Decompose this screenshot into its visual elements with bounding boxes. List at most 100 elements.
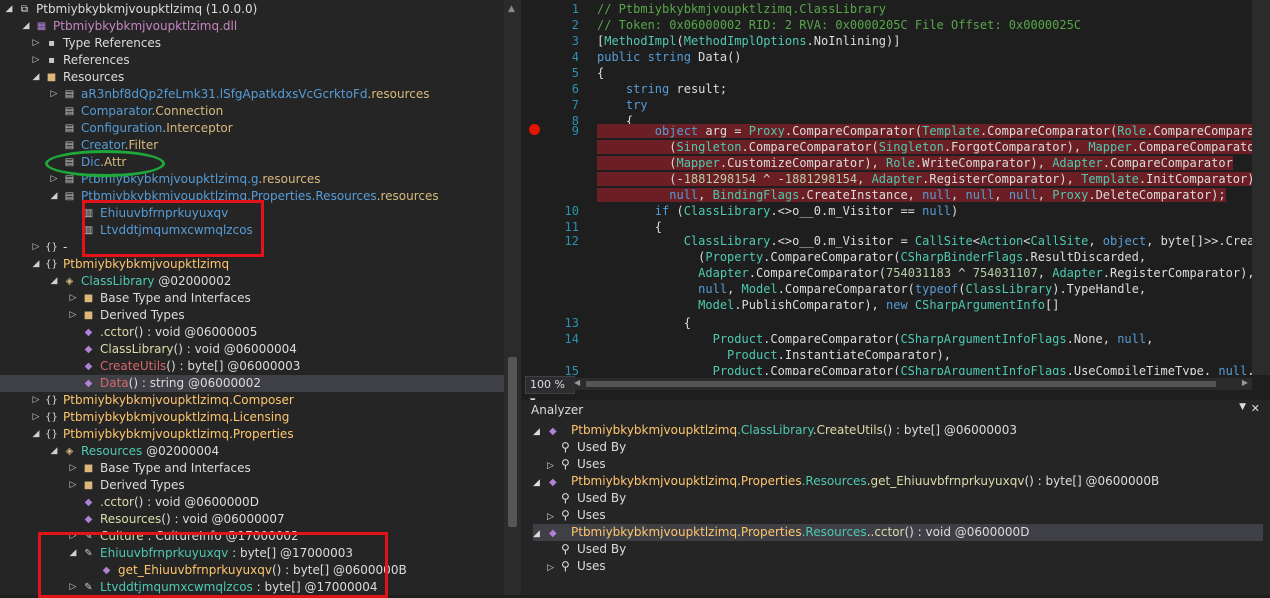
analyzer-child-label: Uses (577, 457, 606, 471)
tree-node-detail: () : void @0600000D (134, 495, 259, 509)
editor-horizontal-scrollbar[interactable]: ◀ ▶ (574, 378, 1252, 390)
tree-node-label: Resources (63, 69, 124, 86)
expand-arrow-icon[interactable]: ▷ (547, 560, 561, 577)
tree-node-text: Ptbmiybkybkmjvoupktlzimq.Composer (63, 393, 294, 407)
tree-node[interactable]: ◆ .cctor() : void @0600000D (0, 494, 504, 511)
code-line[interactable]: // Ptbmiybkybkmjvoupktlzimq.ClassLibrary (597, 2, 886, 16)
tree-node[interactable]: ◢ ■ Resources (0, 69, 504, 86)
zoom-level-dropdown[interactable]: 100 % ▾ (525, 376, 575, 407)
tree-node-text: Ptbmiybkybkmjvoupktlzimq.Licensing (63, 410, 290, 424)
code-line[interactable]: [MethodImpl(MethodImplOptions.NoInlining… (597, 34, 900, 48)
collapse-arrow-icon[interactable]: ◢ (49, 188, 59, 205)
collapse-arrow-icon[interactable]: ◢ (4, 1, 14, 18)
code-line[interactable]: (Property.CompareComparator(CSharpBinder… (597, 250, 1146, 264)
close-icon[interactable]: ✕ (1251, 402, 1260, 415)
expand-arrow-icon[interactable]: ▷ (68, 477, 78, 494)
code-line[interactable]: (Mapper.CustomizeComparator), Role.Write… (597, 156, 1233, 170)
collapse-arrow-icon[interactable]: ◢ (49, 443, 59, 460)
resource-icon: ▤ (64, 191, 75, 202)
tree-node[interactable]: ◆ CreateUtils() : byte[] @06000003 (0, 358, 504, 375)
analyzer-root-node[interactable]: ◢ ◆ Ptbmiybkybkmjvoupktlzimq.ClassLibrary.… (533, 422, 1263, 439)
tree-node[interactable]: ◆ .cctor() : void @06000005 (0, 324, 504, 341)
tree-node[interactable]: ◆ ClassLibrary() : void @06000004 (0, 341, 504, 358)
expand-arrow-icon[interactable]: ▷ (68, 307, 78, 324)
tree-node[interactable]: ▷ ■ Base Type and Interfaces (0, 290, 504, 307)
tree-node[interactable]: ▷ ▤ aR3nbf8dQp2feLmk31.lSfgApatkdxsVcGcrkt… (0, 86, 504, 103)
tree-node[interactable]: ◢ {} Ptbmiybkybkmjvoupktlzimq (0, 256, 504, 273)
decompiled-code-editor[interactable]: 1 // Ptbmiybkybkmjvoupktlzimq.ClassLibrar… (521, 0, 1270, 375)
tree-node[interactable]: ◢ ▦ Ptbmiybkybkmjvoupktlzimq.dll (0, 18, 504, 35)
code-line[interactable]: { (597, 316, 691, 330)
code-line[interactable]: Product.CompareComparator(CSharpArgument… (597, 332, 1154, 346)
analyzer-child-node[interactable]: ⚲ Used By (547, 541, 1247, 558)
collapse-arrow-icon[interactable]: ◢ (21, 18, 31, 35)
scroll-right-arrow-icon[interactable]: ▶ (1242, 378, 1248, 387)
expand-arrow-icon[interactable]: ▷ (68, 290, 78, 307)
code-line[interactable]: (-1881298154 ^ -1881298154, Adapter.Regi… (597, 172, 1262, 186)
tree-node[interactable]: ▷ ■ Derived Types (0, 307, 504, 324)
tree-node[interactable]: ▷ ■ Derived Types (0, 477, 504, 494)
code-line[interactable]: if (ClassLibrary.<>o__0.m_Visitor == nul… (597, 204, 958, 218)
tree-node[interactable]: ▤ Comparator.Connection (0, 103, 504, 120)
tree-scrollbar[interactable]: ▲ (504, 0, 521, 595)
expand-arrow-icon[interactable]: ▷ (49, 171, 59, 188)
code-line[interactable]: { (597, 66, 604, 80)
scroll-up-arrow-icon[interactable]: ▲ (508, 4, 515, 14)
code-line[interactable]: // Token: 0x06000002 RID: 2 RVA: 0x00002… (597, 18, 1081, 32)
tree-node[interactable]: ▤ Configuration.Interceptor (0, 120, 504, 137)
tree-node[interactable]: ◆ Resources() : void @06000007 (0, 511, 504, 528)
tree-node[interactable]: ◢ ⧉ Ptbmiybkybkmjvoupktlzimq (1.0.0.0) (0, 1, 504, 18)
tree-node[interactable]: ▷ ▪ References (0, 52, 504, 69)
code-line[interactable]: (Singleton.CompareComparator(Singleton.F… (597, 140, 1262, 154)
assembly-icon: ⧉ (20, 4, 29, 15)
expand-arrow-icon[interactable]: ▷ (31, 392, 41, 409)
collapse-arrow-icon[interactable]: ◢ (31, 69, 41, 86)
analyzer-child-node[interactable]: ▷ ⚲ Uses (547, 456, 1247, 473)
expand-arrow-icon[interactable]: ▷ (31, 409, 41, 426)
code-line[interactable]: { (597, 220, 662, 234)
code-line[interactable]: Model.PublishComparator), new CSharpArgu… (597, 298, 1059, 312)
analyzer-child-node[interactable]: ⚲ Used By (547, 490, 1247, 507)
code-line[interactable]: object arg = Proxy.CompareComparator(Tem… (597, 124, 1270, 138)
collapse-arrow-icon[interactable]: ◢ (31, 426, 41, 443)
analyzer-root-node[interactable]: ◢ ◆ Ptbmiybkybkmjvoupktlzimq.Properties.Re… (533, 473, 1263, 490)
code-line[interactable]: Adapter.CompareComparator(754031183 ^ 75… (597, 266, 1254, 280)
code-line[interactable]: public string Data() (597, 50, 742, 64)
tree-node[interactable]: ◢ ◈ ClassLibrary @02000002 (0, 273, 504, 290)
collapse-arrow-icon[interactable]: ◢ (49, 273, 59, 290)
code-line[interactable]: null, BindingFlags.CreateInstance, null,… (597, 188, 1226, 202)
expand-arrow-icon[interactable]: ▷ (31, 52, 41, 69)
code-line[interactable]: Product.InstantiateComparator), (597, 348, 951, 362)
horizontal-scrollbar-thumb[interactable] (586, 381, 1216, 387)
expand-arrow-icon[interactable]: ▷ (31, 35, 41, 52)
tree-node-name: Data (100, 376, 129, 390)
analyzer-child-node[interactable]: ⚲ Used By (547, 439, 1247, 456)
expand-arrow-icon[interactable]: ▷ (68, 460, 78, 477)
tree-node[interactable]: ▷ ▪ Type References (0, 35, 504, 52)
assembly-explorer-tree[interactable]: ◢ ⧉ Ptbmiybkybkmjvoupktlzimq (1.0.0.0) ◢ ▦ Pt… (0, 0, 504, 595)
tree-node-detail: () : void @06000005 (134, 325, 258, 339)
tree-node[interactable]: ▷ ■ Base Type and Interfaces (0, 460, 504, 477)
analyzer-child-node[interactable]: ▷ ⚲ Uses (547, 558, 1247, 575)
code-line[interactable]: Product.CompareComparator(CSharpArgument… (597, 364, 1255, 375)
tree-node[interactable]: ▷ {} Ptbmiybkybkmjvoupktlzimq.Licensing (0, 409, 504, 426)
tree-node[interactable]: ◢ {} Ptbmiybkybkmjvoupktlzimq.Properties (0, 426, 504, 443)
tree-node[interactable]: ◆ Data() : string @06000002 (0, 375, 504, 392)
editor-vertical-scrollbar[interactable] (1252, 0, 1270, 375)
tree-scrollbar-thumb[interactable] (508, 357, 517, 527)
tree-node[interactable]: ▷ {} Ptbmiybkybkmjvoupktlzimq.Composer (0, 392, 504, 409)
panel-options-icon[interactable]: ▼ (1239, 402, 1246, 412)
scroll-left-arrow-icon[interactable]: ◀ (574, 378, 580, 387)
code-line[interactable]: try (597, 98, 648, 112)
expand-arrow-icon[interactable]: ▷ (49, 86, 59, 103)
code-line[interactable]: null, Model.CompareComparator(typeof(Cla… (597, 282, 1146, 296)
collapse-arrow-icon[interactable]: ◢ (31, 256, 41, 273)
tree-node-name: ClassLibrary (100, 342, 174, 356)
tree-node[interactable]: ◢ ◈ Resources @02000004 (0, 443, 504, 460)
analyzer-child-node[interactable]: ▷ ⚲ Uses (547, 507, 1247, 524)
breakpoint-icon[interactable] (529, 124, 540, 135)
expand-arrow-icon[interactable]: ▷ (31, 239, 41, 256)
analyzer-root-node[interactable]: ◢ ◆ Ptbmiybkybkmjvoupktlzimq.Properties.Re… (533, 524, 1263, 541)
code-line[interactable]: ClassLibrary.<>o__0.m_Visitor = CallSite… (597, 234, 1269, 248)
code-line[interactable]: string result; (597, 82, 727, 96)
